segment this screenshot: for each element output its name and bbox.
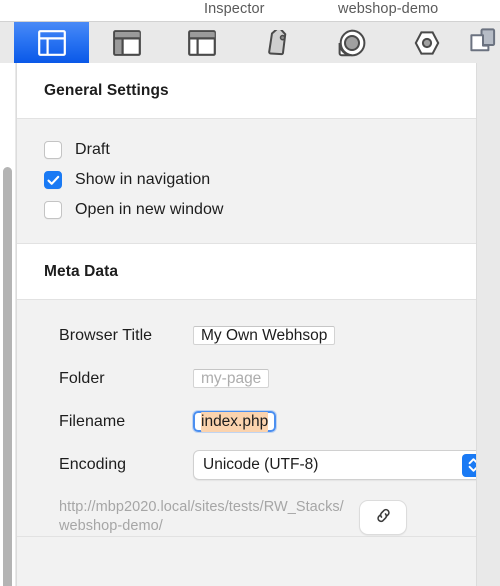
duplicate-page-icon (469, 27, 498, 58)
checkbox-open-in-new-window[interactable] (44, 201, 62, 219)
checkbox-row-draft[interactable]: Draft (17, 135, 476, 165)
chevron-updown-icon[interactable] (462, 453, 476, 477)
titlebar-inspector-label: Inspector (204, 1, 265, 17)
page-url-row: http://mbp2020.local/sites/tests/RW_Stac… (17, 486, 476, 536)
page-url-text: http://mbp2020.local/sites/tests/RW_Stac… (59, 499, 344, 534)
vertical-scrollbar-track[interactable] (0, 63, 15, 586)
encoding-selected-value: Unicode (UTF-8) (203, 455, 319, 473)
inspector-tab-bar (0, 22, 500, 63)
encoding-select[interactable]: Unicode (UTF-8) (193, 449, 476, 480)
meta-data-title: Meta Data (44, 262, 119, 280)
meta-data-body: Browser Title My Own Webhsop Folder my-p… (17, 300, 476, 537)
browser-title-input[interactable]: My Own Webhsop (193, 326, 336, 345)
field-row-browser-title: Browser Title My Own Webhsop (17, 314, 476, 357)
folder-control: my-page (193, 366, 476, 391)
titlebar: Inspector webshop-demo (0, 0, 500, 22)
tab-target[interactable] (314, 22, 389, 63)
checkbox-open-in-new-window-label: Open in new window (75, 201, 224, 218)
tab-settings[interactable] (389, 22, 464, 63)
checkbox-row-open-in-new-window[interactable]: Open in new window (17, 195, 476, 225)
vertical-scrollbar-thumb[interactable] (3, 167, 12, 586)
inspector-window: Inspector webshop-demo General Settings … (0, 0, 500, 586)
tab-bar-left-pad (0, 22, 14, 63)
layout-header-icon (187, 29, 216, 56)
tab-page-header[interactable] (164, 22, 239, 63)
checkbox-row-show-in-navigation[interactable]: Show in navigation (17, 165, 476, 195)
filename-selected-text: index.php (201, 411, 269, 432)
folder-input[interactable]: my-page (193, 369, 270, 388)
general-settings-body: Draft Show in navigation Open in new win… (17, 119, 476, 244)
inspector-content-panel: General Settings Draft Show in navigatio… (16, 63, 477, 586)
tab-page-styles[interactable] (89, 22, 164, 63)
target-filled-icon (338, 29, 366, 57)
meta-data-header: Meta Data (17, 244, 476, 300)
titlebar-document-label: webshop-demo (338, 1, 439, 17)
browser-title-control: My Own Webhsop (193, 323, 476, 348)
general-settings-header: General Settings (17, 63, 476, 119)
open-link-button[interactable] (359, 500, 407, 535)
layout-sidebar-left-icon (37, 29, 66, 56)
tab-tags[interactable] (239, 22, 314, 63)
encoding-label: Encoding (59, 455, 127, 473)
layout-sidebar-filled-icon (112, 29, 141, 56)
checkbox-draft-label: Draft (75, 141, 110, 158)
field-row-encoding: Encoding Unicode (UTF-8) (17, 443, 476, 486)
checkbox-draft[interactable] (44, 141, 62, 159)
checkmark-icon (46, 175, 60, 186)
checkbox-show-in-navigation-label: Show in navigation (75, 171, 211, 188)
field-row-filename: Filename index.php (17, 400, 476, 443)
filename-label: Filename (59, 412, 126, 430)
hexagon-nut-icon (413, 30, 441, 56)
folder-label: Folder (59, 369, 105, 387)
field-row-folder: Folder my-page (17, 357, 476, 400)
link-chain-icon (374, 506, 393, 530)
checkbox-show-in-navigation[interactable] (44, 171, 62, 189)
filename-input[interactable]: index.php (193, 410, 277, 432)
tab-page-layout[interactable] (14, 22, 89, 63)
general-settings-title: General Settings (44, 81, 169, 99)
tag-icon (262, 29, 292, 56)
encoding-control: Unicode (UTF-8) (193, 449, 476, 480)
filename-control: index.php (193, 409, 476, 435)
tab-pages[interactable] (464, 22, 498, 63)
browser-title-label: Browser Title (59, 326, 153, 344)
